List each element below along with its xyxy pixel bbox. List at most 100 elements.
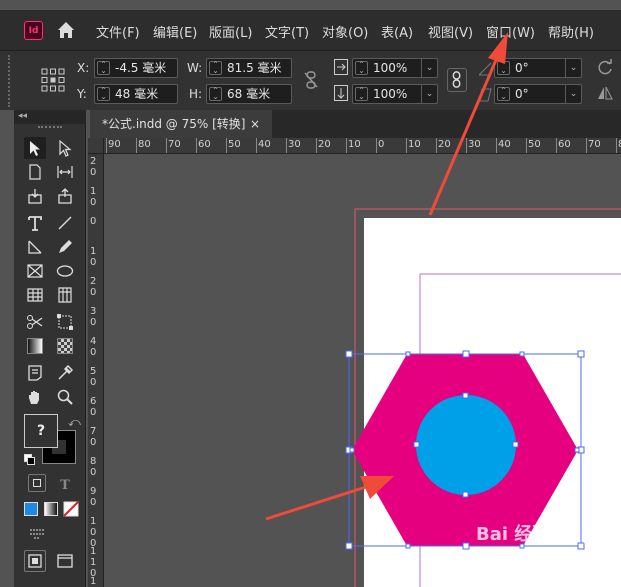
ruler-tick-label: 60 [558,139,571,150]
hand-icon[interactable] [24,386,46,408]
ruler-tick-label: 60 [90,396,97,418]
default-fill-stroke-icon[interactable] [24,454,36,466]
ellipse-icon[interactable] [54,260,76,282]
menu-object[interactable]: 对象(O) [322,22,368,41]
scale-x-field[interactable]: ⌃ ⌄ 100% ⌄ [352,58,438,78]
selection-icon[interactable] [24,137,46,159]
line-icon[interactable] [54,212,76,234]
x-field[interactable]: ⌃ ⌄ -4.5 毫米 [94,58,178,78]
home-icon[interactable] [56,20,76,40]
menu-layout[interactable]: 版面(L) [209,22,252,41]
vertical-ruler[interactable]: 20100102030405060708090100110120 [88,154,104,587]
x-stepper[interactable]: ⌃ ⌄ [97,61,110,75]
panel-grip[interactable] [38,126,62,132]
menu-view[interactable]: 视图(V) [428,22,473,41]
chevron-down-icon[interactable]: ⌄ [565,85,581,103]
scale-y-field[interactable]: ⌃ ⌄ 100% ⌄ [352,84,438,104]
formatting-text-icon[interactable]: T [54,474,76,496]
circle-shape[interactable] [416,395,516,495]
normal-view-icon[interactable] [26,524,48,546]
panel-collapse-icon[interactable]: ◂◂ [14,110,86,124]
note-icon[interactable] [24,362,46,384]
ruler-tick [466,138,467,153]
gradient-feather-icon[interactable] [54,335,76,357]
chevron-down-icon[interactable]: ⌄ [421,85,437,103]
scissors-icon[interactable] [24,311,46,333]
rotate-field[interactable]: ⌃ ⌄ 0° ⌄ [494,58,582,78]
menu-type[interactable]: 文字(T) [265,22,309,41]
y-stepper[interactable]: ⌃ ⌄ [97,87,110,101]
menu-edit[interactable]: 编辑(E) [153,22,197,41]
chevron-down-icon[interactable]: ⌄ [421,59,437,77]
rotate-90-icon[interactable] [596,59,614,77]
ruler-tick-label: 70 [90,426,97,448]
apply-color-icon[interactable] [20,498,42,520]
w-stepper[interactable]: ⌃ ⌄ [209,61,222,75]
h-value: 68 毫米 [227,87,271,101]
menu-window[interactable]: 窗口(W) [486,22,535,41]
table-icon[interactable] [24,284,46,306]
x-value: -4.5 毫米 [115,61,167,75]
ruler-tick-label: 10 [408,139,421,150]
pen-icon[interactable] [24,236,46,258]
content-collector-icon[interactable] [24,185,46,207]
panel-grip[interactable] [8,55,14,107]
screen-mode-icon[interactable] [24,550,46,572]
ruler-tick-label: 70 [588,139,601,150]
flip-horizontal-icon[interactable] [596,85,614,103]
formatting-container-icon[interactable] [28,474,46,492]
gap-icon[interactable] [54,161,76,183]
zoom-icon[interactable] [54,386,76,408]
direct-selection-icon[interactable] [54,137,76,159]
menu-file[interactable]: 文件(F) [96,22,140,41]
horizontal-ruler[interactable]: 90807060504030201001020304050607080 [104,138,621,154]
apply-gradient-icon[interactable] [40,498,62,520]
swap-fill-stroke-icon[interactable]: ⤺ [68,415,82,429]
ruler-tick-label: 120 [90,576,97,587]
ruler-tick [226,138,227,153]
grid-icon[interactable] [54,284,76,306]
menu-table[interactable]: 表(A) [381,22,413,41]
ruler-origin[interactable] [88,138,104,154]
fill-swatch[interactable]: ? [24,414,58,448]
constrain-scale-button[interactable] [447,68,467,92]
constrain-proportions-icon[interactable] [303,71,319,89]
eyedropper-icon[interactable] [54,362,76,384]
w-value: 81.5 毫米 [227,61,282,75]
page-icon[interactable] [24,161,46,183]
shear-stepper[interactable]: ⌃ ⌄ [497,87,510,101]
menu-help[interactable]: 帮助(H) [548,22,594,41]
h-field[interactable]: ⌃ ⌄ 68 毫米 [206,84,292,104]
scale-x-stepper[interactable]: ⌃ ⌄ [355,61,368,75]
y-field[interactable]: ⌃ ⌄ 48 毫米 [94,84,178,104]
chevron-down-icon[interactable]: ⌄ [565,59,581,77]
content-placer-icon[interactable] [54,185,76,207]
w-field[interactable]: ⌃ ⌄ 81.5 毫米 [206,58,292,78]
gradient-swatch-icon[interactable] [24,335,46,357]
ruler-tick [616,138,617,153]
document-tab[interactable]: *公式.indd @ 75% [转换] × [90,110,272,138]
reference-point-icon[interactable] [40,67,66,93]
document-canvas[interactable]: Bai 经验 jingyan.baidu.com [104,154,621,587]
close-icon[interactable]: × [250,110,260,138]
ruler-tick [286,138,287,153]
ruler-tick-label: 10 [90,186,97,208]
shear-value: 0° [515,87,529,101]
presentation-mode-icon[interactable] [54,550,76,572]
ruler-tick [166,138,167,153]
shear-field[interactable]: ⌃ ⌄ 0° ⌄ [494,84,582,104]
pencil-icon[interactable] [54,236,76,258]
rotate-stepper[interactable]: ⌃ ⌄ [497,61,510,75]
ruler-tick-label: 110 [90,546,97,579]
scale-y-stepper[interactable]: ⌃ ⌄ [355,87,368,101]
h-stepper[interactable]: ⌃ ⌄ [209,87,222,101]
control-panel: X: ⌃ ⌄ -4.5 毫米 Y: ⌃ ⌄ 48 毫米 W: ⌃ ⌄ 81.5 毫米 H: … [0,50,621,110]
ruler-tick-label: 80 [90,456,97,478]
type-icon[interactable] [24,212,46,234]
h-label: H: [189,87,203,101]
apply-none-icon[interactable] [60,498,82,520]
ruler-tick-label: 0 [378,139,385,150]
ruler-tick [556,138,557,153]
rectangle-frame-icon[interactable] [24,260,46,282]
free-transform-icon[interactable] [54,311,76,333]
